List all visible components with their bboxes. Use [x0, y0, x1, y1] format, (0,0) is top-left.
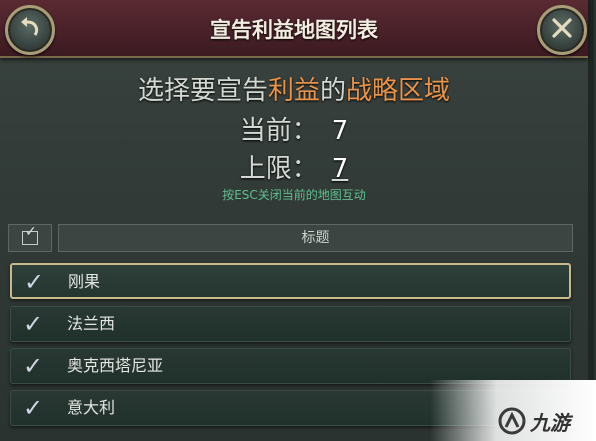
esc-hint: 按ESC关闭当前的地图互动: [222, 188, 366, 202]
select-all-checkbox[interactable]: [8, 224, 52, 252]
instruction-headline: 选择要宣告利益的战略区域: [0, 70, 588, 107]
checkbox-icon: [22, 224, 38, 245]
table-header: 标题: [8, 224, 573, 252]
headline-text: 选择要宣告: [137, 76, 268, 106]
current-label: 当前：: [239, 116, 318, 146]
list-item-france[interactable]: ✓ 法兰西: [10, 306, 571, 342]
column-title-header[interactable]: 标题: [58, 224, 573, 252]
list-item-label: 法兰西: [67, 314, 116, 333]
list-item-label: 意大利: [67, 398, 116, 417]
map-list-panel: 宣告利益地图列表 选择要宣告利益的战略区域 当前： 7 上限： 7 按ESC关闭当前…: [0, 0, 594, 441]
close-button[interactable]: [537, 5, 587, 55]
list-item-congo[interactable]: ✓ 刚果: [10, 263, 571, 299]
checkmark-icon: ✓: [24, 268, 45, 296]
window-title: 宣告利益地图列表: [210, 18, 378, 42]
checkmark-icon: ✓: [23, 310, 44, 338]
close-x-icon: [551, 17, 573, 44]
checkmark-icon: ✓: [23, 352, 44, 380]
headline-text-mid: 的: [320, 76, 347, 106]
current-count: 当前： 7: [0, 110, 588, 147]
limit-count: 上限： 7: [0, 148, 588, 185]
watermark-text: 九游: [530, 410, 570, 435]
nine-game-logo-icon: [498, 407, 526, 435]
title-bar: 宣告利益地图列表: [0, 0, 588, 58]
checkmark-icon: ✓: [23, 394, 44, 422]
list-item-label: 奥克西塔尼亚: [67, 356, 164, 375]
limit-label: 上限：: [239, 154, 318, 184]
headline-highlight-interest: 利益: [267, 76, 320, 106]
headline-highlight-region: 战略区域: [346, 76, 451, 106]
list-item-occitania[interactable]: ✓ 奥克西塔尼亚: [10, 348, 571, 384]
limit-value: 7: [331, 154, 349, 184]
current-value: 7: [331, 116, 349, 146]
watermark-logo: 九游: [498, 404, 594, 438]
list-item-label: 刚果: [68, 272, 101, 291]
